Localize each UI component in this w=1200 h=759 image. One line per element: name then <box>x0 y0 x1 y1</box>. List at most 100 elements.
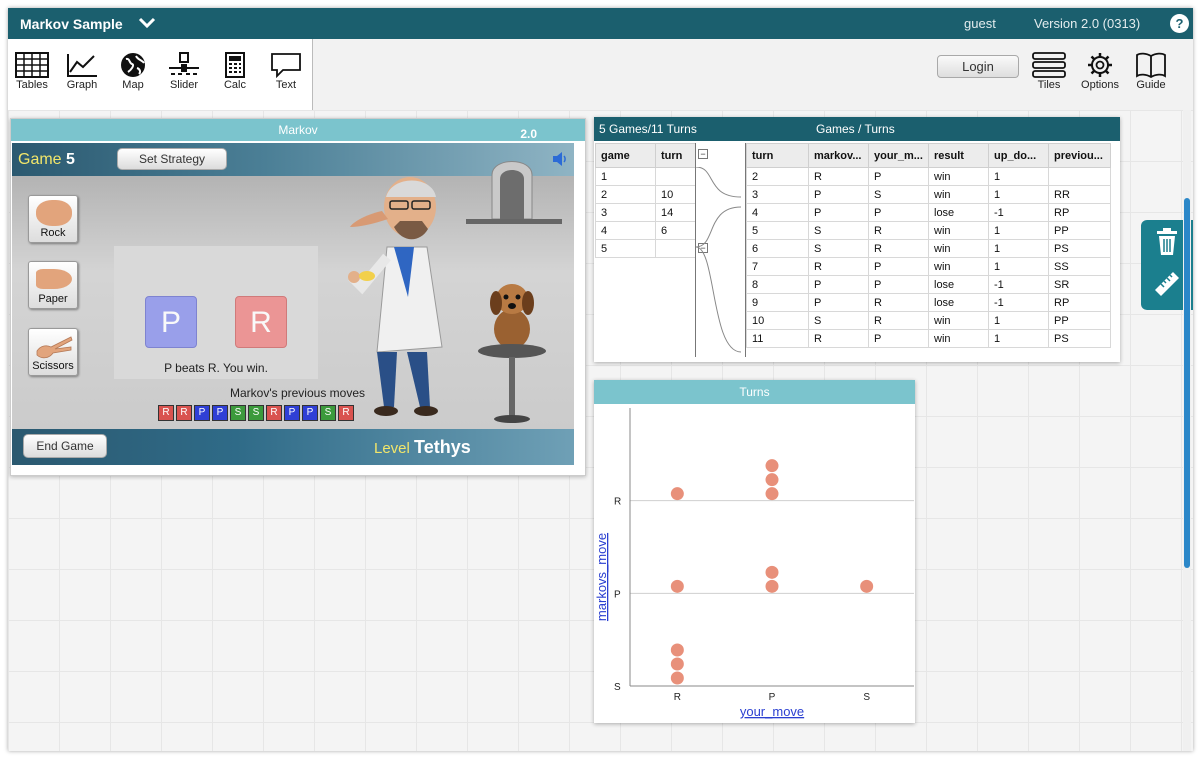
table-cell[interactable]: 5 <box>746 221 809 240</box>
graph-tile[interactable]: Turns S P R R P Syour_move markovs_move <box>594 380 915 723</box>
table-cell[interactable]: PP <box>1048 311 1111 330</box>
text-tool[interactable]: Text <box>262 52 310 91</box>
table-cell[interactable]: 9 <box>746 293 809 312</box>
tables-tool[interactable]: Tables <box>8 52 56 91</box>
table-row[interactable]: 7 R Pwin 1 SS <box>746 257 1111 276</box>
table-cell[interactable]: 5 <box>595 239 656 258</box>
guide-button[interactable]: Guide <box>1126 52 1176 91</box>
table-cell[interactable]: 10 <box>655 185 696 204</box>
options-button[interactable]: Options <box>1075 52 1125 91</box>
table-row[interactable]: 2 R Pwin 1 <box>746 167 1111 186</box>
table-cell[interactable]: lose <box>928 203 989 222</box>
column-header-your-move[interactable]: your_m... <box>868 143 929 168</box>
table-cell[interactable]: 11 <box>746 329 809 348</box>
table-cell[interactable]: R <box>868 221 929 240</box>
table-row[interactable]: 1 <box>595 167 696 186</box>
tiles-button[interactable]: Tiles <box>1024 52 1074 91</box>
table-cell[interactable]: 1 <box>988 257 1049 276</box>
table-cell[interactable]: 3 <box>746 185 809 204</box>
set-strategy-button[interactable]: Set Strategy <box>117 148 227 170</box>
table-cell[interactable]: -1 <box>988 203 1049 222</box>
table-cell[interactable]: 1 <box>988 329 1049 348</box>
table-cell[interactable]: 10 <box>746 311 809 330</box>
table-row[interactable]: 10 S Rwin 1 PP <box>746 311 1111 330</box>
table-cell[interactable]: win <box>928 311 989 330</box>
table-cell[interactable]: 1 <box>988 221 1049 240</box>
table-cell[interactable]: R <box>808 167 869 186</box>
table-cell[interactable]: S <box>808 311 869 330</box>
table-cell[interactable]: 6 <box>655 221 696 240</box>
table-cell[interactable]: 4 <box>746 203 809 222</box>
table-cell[interactable]: 3 <box>595 203 656 222</box>
markov-tile[interactable]: Markov 2.0 Game 5 Set Strategy Rock Pape… <box>10 118 586 476</box>
table-cell[interactable]: S <box>808 239 869 258</box>
table-cell[interactable]: R <box>808 257 869 276</box>
table-cell[interactable]: R <box>808 329 869 348</box>
table-cell[interactable]: PP <box>1048 221 1111 240</box>
graph-title[interactable]: Turns <box>594 380 915 404</box>
table-cell[interactable]: 1 <box>595 167 656 186</box>
table-cell[interactable]: P <box>808 185 869 204</box>
table-cell[interactable]: 6 <box>746 239 809 258</box>
table-cell[interactable]: S <box>868 185 929 204</box>
table-cell[interactable]: -1 <box>988 293 1049 312</box>
table-row[interactable]: 2 10 <box>595 185 696 204</box>
case-table-tile[interactable]: 5 Games/11 Turns Games / Turns game turn… <box>594 117 1120 362</box>
table-cell[interactable]: P <box>808 275 869 294</box>
table-row[interactable]: 5 <box>595 239 696 258</box>
table-cell[interactable]: R <box>868 293 929 312</box>
table-cell[interactable]: -1 <box>988 275 1049 294</box>
table-cell[interactable]: S <box>808 221 869 240</box>
table-cell[interactable]: win <box>928 167 989 186</box>
table-row[interactable]: 4 P Plose -1 RP <box>746 203 1111 222</box>
table-cell[interactable] <box>655 239 696 258</box>
table-cell[interactable]: 1 <box>988 185 1049 204</box>
table-cell[interactable]: PS <box>1048 329 1111 348</box>
table-cell[interactable]: win <box>928 221 989 240</box>
trash-icon[interactable] <box>1155 228 1179 256</box>
chevron-down-icon[interactable] <box>138 15 156 31</box>
table-cell[interactable]: P <box>868 329 929 348</box>
table-cell[interactable]: P <box>868 203 929 222</box>
column-header-up-down[interactable]: up_do... <box>988 143 1049 168</box>
table-cell[interactable]: win <box>928 329 989 348</box>
document-title[interactable]: Markov Sample <box>20 16 123 32</box>
table-cell[interactable]: P <box>808 203 869 222</box>
table-cell[interactable]: R <box>868 239 929 258</box>
paper-button[interactable]: Paper <box>28 261 78 309</box>
column-header-result[interactable]: result <box>928 143 989 168</box>
column-header-game[interactable]: game <box>595 143 656 168</box>
table-cell[interactable]: SS <box>1048 257 1111 276</box>
table-cell[interactable]: RR <box>1048 185 1111 204</box>
ruler-icon[interactable] <box>1153 270 1181 298</box>
table-cell[interactable] <box>655 167 696 186</box>
rock-button[interactable]: Rock <box>28 195 78 243</box>
table-cell[interactable]: 8 <box>746 275 809 294</box>
case-table-title-bar[interactable]: 5 Games/11 Turns Games / Turns <box>594 117 1120 141</box>
table-row[interactable]: 11 R Pwin 1 PS <box>746 329 1111 348</box>
map-tool[interactable]: Map <box>109 52 157 91</box>
y-axis-label[interactable]: markovs_move <box>594 533 609 621</box>
table-row[interactable]: 9 P Rlose -1 RP <box>746 293 1111 312</box>
table-cell[interactable]: P <box>868 275 929 294</box>
scissors-button[interactable]: Scissors <box>28 328 78 376</box>
table-row[interactable]: 46 <box>595 221 696 240</box>
x-axis-label[interactable]: your_move <box>740 704 804 719</box>
workspace[interactable]: Markov 2.0 Game 5 Set Strategy Rock Pape… <box>8 110 1193 751</box>
table-cell[interactable]: 1 <box>988 311 1049 330</box>
markov-tile-title[interactable]: Markov 2.0 <box>11 119 585 141</box>
column-header-markovs-move[interactable]: markov... <box>808 143 869 168</box>
table-cell[interactable]: 4 <box>595 221 656 240</box>
table-cell[interactable]: P <box>808 293 869 312</box>
login-button[interactable]: Login <box>937 55 1019 78</box>
table-cell[interactable]: 2 <box>595 185 656 204</box>
scrollbar-thumb[interactable] <box>1184 198 1190 568</box>
help-button[interactable]: ? <box>1170 14 1189 33</box>
column-header-turn[interactable]: turn <box>655 143 696 168</box>
table-cell[interactable]: RP <box>1048 203 1111 222</box>
table-cell[interactable]: P <box>868 167 929 186</box>
table-row[interactable]: 3 14 <box>595 203 696 222</box>
table-cell[interactable]: win <box>928 257 989 276</box>
table-cell[interactable]: 1 <box>988 239 1049 258</box>
collapse-toggle-icon[interactable]: − <box>698 149 708 159</box>
